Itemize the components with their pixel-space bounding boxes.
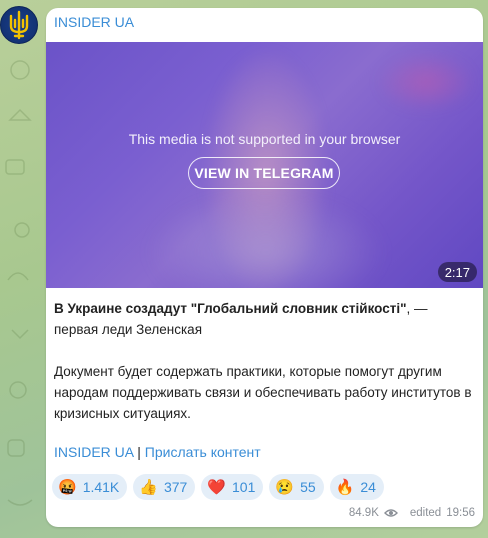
view-count: 84.9K (348, 507, 379, 519)
post-headline: В Украине создадут "Глобальний словник с… (54, 298, 474, 340)
reaction-count: 377 (163, 479, 188, 495)
media-blur-lower (146, 192, 386, 288)
reaction-fire[interactable]: 🔥 24 (329, 474, 384, 500)
media-blur-corner (376, 52, 476, 112)
reaction-heart[interactable]: ❤️ 101 (201, 474, 264, 500)
thumbs-up-icon: 👍 (139, 478, 158, 496)
reaction-thumbs-up[interactable]: 👍 377 (133, 474, 196, 500)
post-body: Документ будет содержать практики, котор… (54, 364, 472, 421)
reaction-count: 101 (232, 479, 256, 495)
submit-content-link[interactable]: Прислать контент (145, 444, 261, 460)
edited-label: edited (409, 507, 442, 519)
post-headline-bold: В Украине создадут "Глобальний словник с… (54, 301, 407, 316)
eye-icon (383, 509, 398, 517)
video-duration: 2:17 (437, 262, 477, 282)
crying-face-icon: 😢 (275, 478, 295, 496)
link-separator: | (137, 444, 141, 460)
post-text: В Украине создадут "Глобальний словник с… (54, 298, 474, 445)
channel-link[interactable]: INSIDER UA (54, 444, 133, 460)
media-unsupported-message: This media is not supported in your brow… (128, 131, 401, 147)
view-in-telegram-button[interactable]: VIEW IN TELEGRAM (188, 157, 340, 189)
angry-face-icon: 🤬 (58, 478, 77, 496)
reaction-angry[interactable]: 🤬 1.41K (52, 474, 128, 500)
message-time: 19:56 (446, 507, 475, 519)
heart-icon: ❤️ (207, 478, 227, 496)
reaction-count: 55 (300, 479, 316, 495)
message-bubble: INSIDER UA This media is not supported i… (46, 8, 483, 527)
reaction-count: 1.41K (82, 479, 120, 495)
trident-icon (9, 10, 29, 40)
channel-name[interactable]: INSIDER UA (54, 14, 134, 30)
reactions-bar: 🤬 1.41K 👍 377 ❤️ 101 😢 55 🔥 24 (52, 474, 384, 500)
message-meta: 84.9K edited 19:56 (349, 507, 475, 519)
fire-icon: 🔥 (335, 478, 355, 496)
reaction-count: 24 (360, 479, 376, 495)
video-media[interactable]: This media is not supported in your brow… (46, 42, 483, 288)
footer-links: INSIDER UA | Прислать контент (54, 444, 261, 460)
channel-avatar[interactable] (0, 6, 38, 44)
reaction-crying[interactable]: 😢 55 (269, 474, 324, 500)
